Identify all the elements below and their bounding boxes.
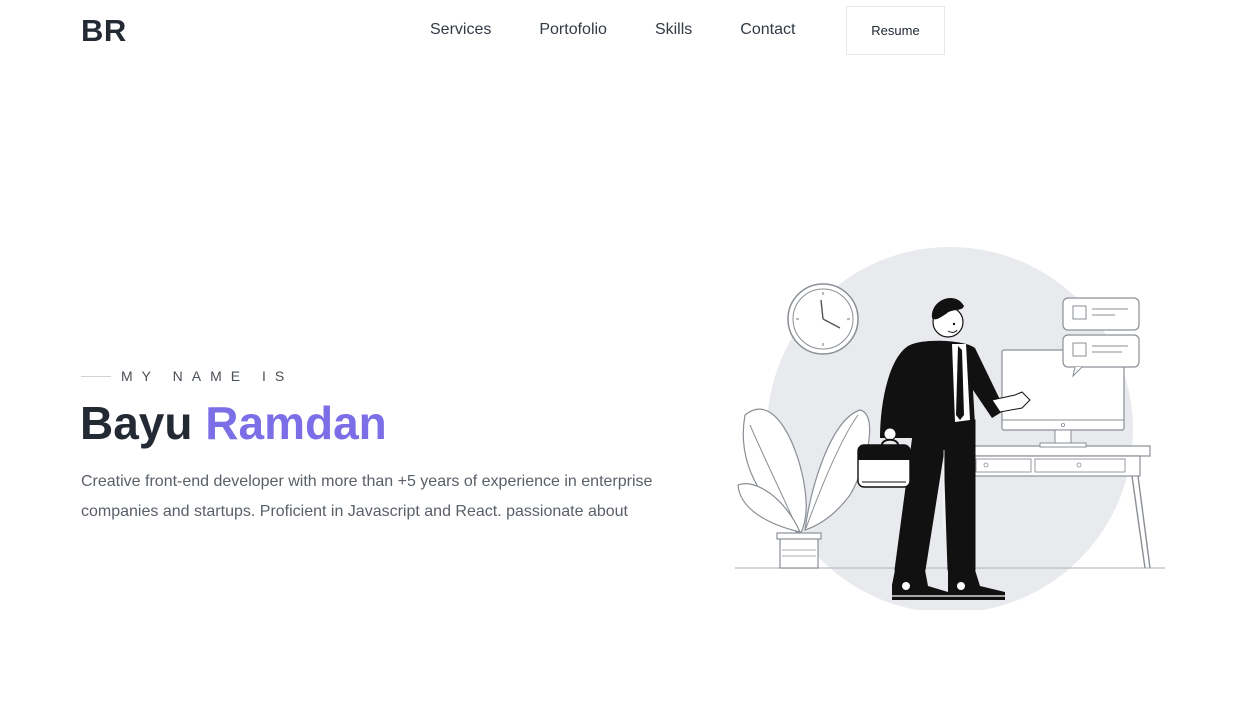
eyebrow-text: MY NAME IS [121,368,294,384]
nav-contact[interactable]: Contact [740,20,795,40]
hero-description: Creative front-end developer with more t… [81,473,653,520]
hero-first-name: Bayu [80,397,193,449]
site-logo[interactable]: BR [81,13,127,49]
hero-last-name: Ramdan [205,397,387,449]
nav-skills[interactable]: Skills [655,20,692,40]
briefcase-icon [857,438,911,488]
hero-eyebrow: MY NAME IS [81,368,293,384]
nav-portfolio[interactable]: Portofolio [539,20,607,40]
eyebrow-divider [81,375,111,377]
clock-icon [787,283,859,355]
developer-at-desk-illustration [730,240,1170,613]
hero-title: Bayu Ramdan [80,396,387,450]
resume-button[interactable]: Resume [846,6,945,55]
nav-services[interactable]: Services [430,20,491,40]
page: BR Services Portofolio Skills Contact Re… [0,0,1235,702]
main-nav: Services Portofolio Skills Contact [430,20,843,40]
chat-bubble-icon [1062,297,1140,378]
